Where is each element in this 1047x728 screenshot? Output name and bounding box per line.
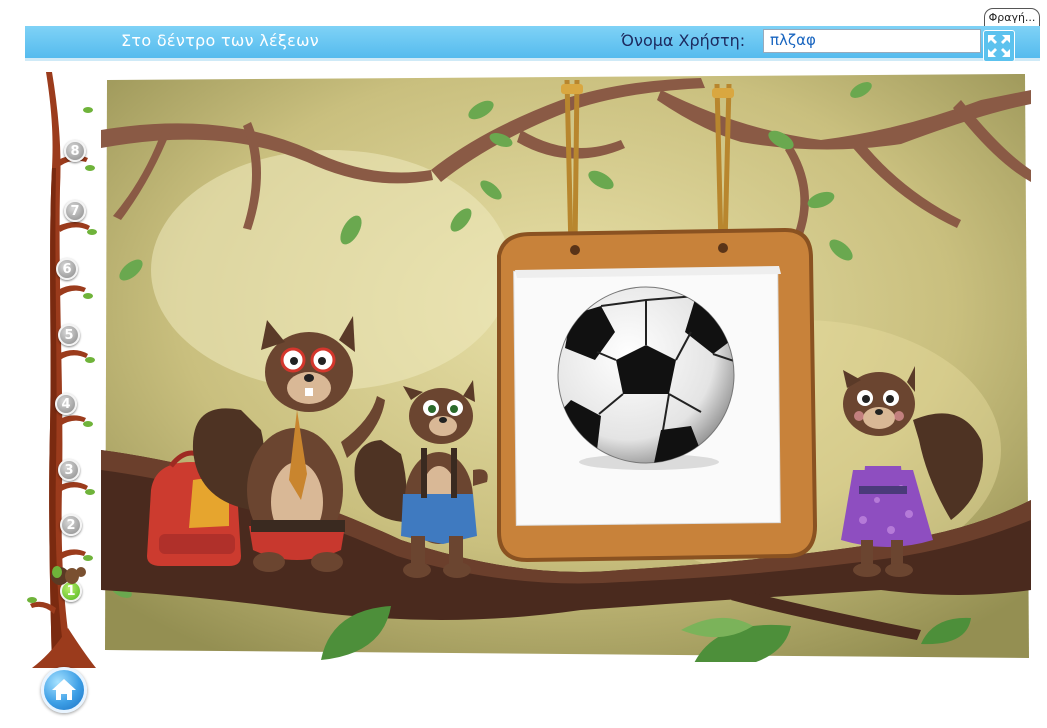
fullscreen-icon — [988, 35, 1010, 57]
exit-tab[interactable]: Φραγή... — [984, 8, 1040, 26]
app-title: Στο δέντρο των λέξεων — [121, 31, 320, 50]
fullscreen-button[interactable] — [983, 30, 1015, 62]
level-button-2[interactable]: 2 — [60, 514, 82, 536]
username-field[interactable]: πλζαφ — [763, 29, 981, 53]
level-button-6[interactable]: 6 — [56, 258, 78, 280]
top-strip — [0, 0, 1047, 22]
header-bar: Στο δέντρο των λέξεων Όνομα Χρήστη: πλζα… — [25, 26, 1040, 61]
home-button[interactable] — [41, 667, 87, 713]
level-button-8[interactable]: 8 — [64, 140, 86, 162]
username-label: Όνομα Χρήστη: — [621, 31, 746, 50]
squirrel-marker-icon — [51, 566, 86, 585]
level-button-3[interactable]: 3 — [58, 459, 80, 481]
level-button-4[interactable]: 4 — [55, 393, 77, 415]
level-button-5[interactable]: 5 — [58, 324, 80, 346]
level-button-7[interactable]: 7 — [64, 200, 86, 222]
scene — [101, 70, 1031, 662]
home-icon — [52, 679, 76, 700]
